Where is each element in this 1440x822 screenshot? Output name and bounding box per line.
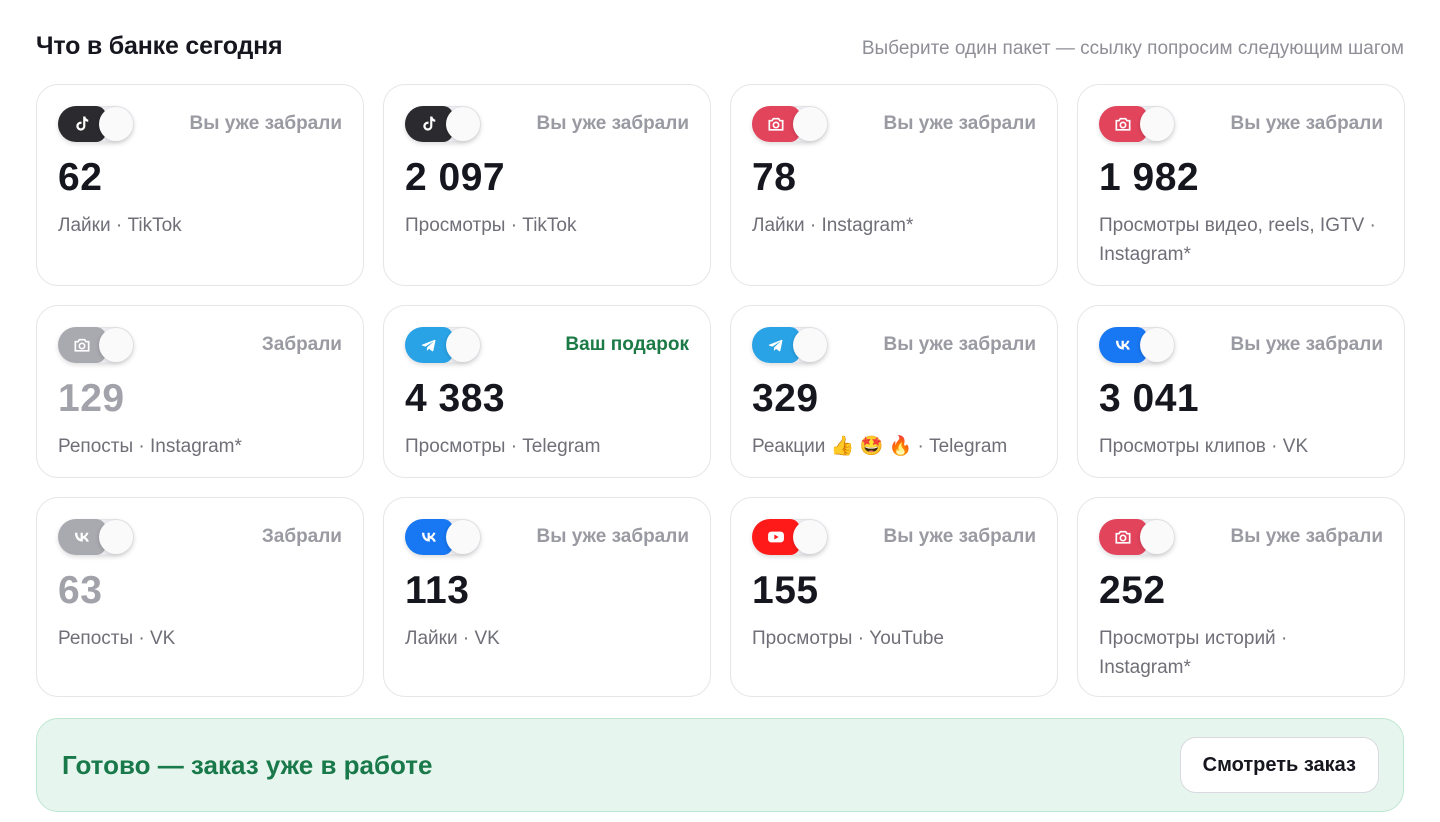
package-card[interactable]: Вы уже забрали 113 Лайки · VK: [383, 497, 711, 697]
package-card[interactable]: Ваш подарок 4 383 Просмотры · Telegram: [383, 305, 711, 478]
package-count: 329: [752, 377, 819, 420]
package-description: Лайки · VK: [405, 628, 500, 649]
package-toggle[interactable]: [752, 106, 828, 142]
selection-hint: Выберите один пакет — ссылку попросим сл…: [861, 38, 1404, 59]
package-toggle[interactable]: [1099, 519, 1175, 555]
order-status-message: Готово — заказ уже в работе: [62, 749, 433, 780]
package-count: 155: [752, 569, 819, 612]
claim-status: Вы уже забрали: [1230, 526, 1383, 547]
view-order-button[interactable]: Смотреть заказ: [1179, 737, 1379, 793]
package-count: 2 097: [405, 156, 506, 199]
package-count: 4 383: [405, 377, 506, 420]
package-toggle[interactable]: [58, 106, 134, 142]
card-top: Вы уже забрали: [405, 518, 689, 556]
claim-status: Вы уже забрали: [189, 113, 342, 134]
package-description: Реакции 👍 🤩 🔥 · Telegram: [752, 436, 1008, 457]
package-card[interactable]: Вы уже забрали 3 041 Просмотры клипов · …: [1077, 305, 1405, 478]
package-count: 62: [58, 156, 103, 199]
card-top: Вы уже забрали: [752, 326, 1036, 364]
toggle-thumb: [99, 328, 133, 362]
toggle-thumb: [1140, 328, 1174, 362]
card-top: Вы уже забрали: [752, 105, 1036, 143]
package-description: Просмотры историй · Instagram*: [1099, 628, 1288, 678]
package-toggle[interactable]: [405, 327, 481, 363]
package-toggle[interactable]: [58, 327, 134, 363]
claim-status: Забрали: [261, 526, 342, 547]
package-toggle[interactable]: [405, 519, 481, 555]
package-count: 129: [58, 377, 125, 420]
card-top: Вы уже забрали: [1099, 518, 1383, 556]
package-card[interactable]: Вы уже забрали 1 982 Просмотры видео, re…: [1077, 84, 1405, 286]
package-description: Репосты · VK: [58, 628, 176, 649]
toggle-thumb: [446, 328, 480, 362]
package-card[interactable]: Вы уже забрали 329 Реакции 👍 🤩 🔥 · Teleg…: [730, 305, 1058, 478]
package-toggle[interactable]: [752, 327, 828, 363]
claim-status: Вы уже забрали: [883, 526, 1036, 547]
claim-status: Вы уже забрали: [536, 526, 689, 547]
toggle-thumb: [99, 107, 133, 141]
claim-status: Вы уже забрали: [883, 113, 1036, 134]
package-description: Просмотры видео, reels, IGTV · Instagram…: [1099, 215, 1376, 265]
claim-status: Вы уже забрали: [1230, 113, 1383, 134]
package-toggle[interactable]: [1099, 106, 1175, 142]
page: Что в банке сегодня Выберите один пакет …: [0, 0, 1440, 822]
package-count: 3 041: [1099, 377, 1200, 420]
toggle-thumb: [793, 107, 827, 141]
claim-status: Вы уже забрали: [883, 334, 1036, 355]
card-top: Вы уже забрали: [58, 105, 342, 143]
package-count: 63: [58, 569, 103, 612]
package-count: 113: [405, 569, 470, 612]
claim-status: Вы уже забрали: [536, 113, 689, 134]
card-top: Забрали: [58, 518, 342, 556]
package-card[interactable]: Вы уже забрали 252 Просмотры историй · I…: [1077, 497, 1405, 697]
section-header: Что в банке сегодня Выберите один пакет …: [36, 0, 1404, 84]
package-toggle[interactable]: [752, 519, 828, 555]
package-description: Просмотры клипов · VK: [1099, 436, 1309, 457]
gift-badge: Ваш подарок: [565, 334, 689, 355]
package-description: Просмотры · TikTok: [405, 215, 577, 236]
toggle-thumb: [793, 328, 827, 362]
package-toggle[interactable]: [58, 519, 134, 555]
order-status-banner: Готово — заказ уже в работе Смотреть зак…: [36, 718, 1404, 812]
package-count: 1 982: [1099, 156, 1200, 199]
package-toggle[interactable]: [1099, 327, 1175, 363]
claim-status: Забрали: [261, 334, 342, 355]
claim-status: Вы уже забрали: [1230, 334, 1383, 355]
toggle-thumb: [99, 520, 133, 554]
page-title: Что в банке сегодня: [36, 32, 283, 60]
package-description: Репосты · Instagram*: [58, 436, 242, 457]
package-grid: Вы уже забрали 62 Лайки · TikTok Вы уже …: [36, 84, 1405, 697]
package-toggle[interactable]: [405, 106, 481, 142]
package-count: 78: [752, 156, 797, 199]
package-count: 252: [1099, 569, 1166, 612]
package-card[interactable]: Вы уже забрали 62 Лайки · TikTok: [36, 84, 364, 286]
toggle-thumb: [446, 107, 480, 141]
toggle-thumb: [793, 520, 827, 554]
toggle-thumb: [446, 520, 480, 554]
toggle-thumb: [1140, 520, 1174, 554]
card-top: Вы уже забрали: [752, 518, 1036, 556]
package-card[interactable]: Вы уже забрали 155 Просмотры · YouTube: [730, 497, 1058, 697]
card-top: Вы уже забрали: [1099, 105, 1383, 143]
toggle-thumb: [1140, 107, 1174, 141]
package-description: Просмотры · YouTube: [752, 628, 944, 649]
card-top: Вы уже забрали: [405, 105, 689, 143]
package-description: Лайки · Instagram*: [752, 215, 914, 236]
package-card[interactable]: Забрали 129 Репосты · Instagram*: [36, 305, 364, 478]
package-description: Просмотры · Telegram: [405, 436, 601, 457]
package-card[interactable]: Вы уже забрали 2 097 Просмотры · TikTok: [383, 84, 711, 286]
package-card[interactable]: Забрали 63 Репосты · VK: [36, 497, 364, 697]
card-top: Забрали: [58, 326, 342, 364]
package-description: Лайки · TikTok: [58, 215, 182, 236]
card-top: Ваш подарок: [405, 326, 689, 364]
package-card[interactable]: Вы уже забрали 78 Лайки · Instagram*: [730, 84, 1058, 286]
card-top: Вы уже забрали: [1099, 326, 1383, 364]
